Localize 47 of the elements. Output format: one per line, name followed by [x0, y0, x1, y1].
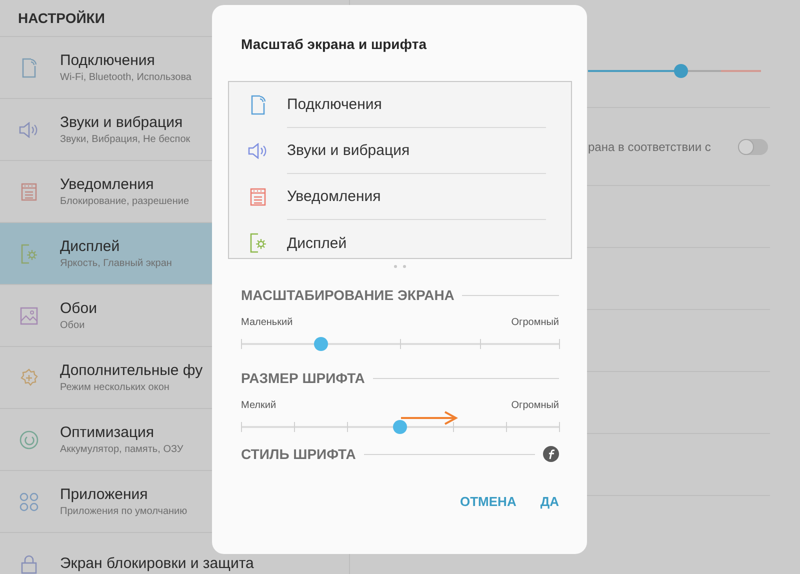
slider-thumb[interactable] — [674, 64, 688, 78]
toggle-switch[interactable] — [738, 138, 768, 154]
phone-signal-icon — [250, 95, 266, 115]
preview-item: Подключения — [287, 82, 546, 128]
item-title: Звуки и вибрация — [60, 114, 184, 131]
settings-title: НАСТРОЙКИ — [18, 10, 105, 26]
preview-item: Дисплей — [287, 234, 348, 254]
item-title: Обои — [60, 300, 97, 317]
item-subtitle: Звуки, Вибрация, Не беспок — [60, 134, 190, 145]
preview-item: Уведомления — [287, 174, 546, 220]
phone-signal-icon — [21, 58, 37, 78]
item-title: Оптимизация — [60, 424, 156, 441]
slider-thumb[interactable] — [393, 420, 407, 434]
item-title: Приложения — [60, 486, 149, 503]
page-indicator — [394, 265, 406, 268]
slider-thumb[interactable] — [314, 337, 328, 351]
item-subtitle: Приложения по умолчанию — [60, 506, 188, 517]
item-title: Уведомления — [60, 176, 155, 193]
max-label: Огромный — [511, 317, 559, 328]
item-subtitle: Блокирование, разрешение — [60, 196, 190, 207]
item-subtitle: Wi-Fi, Bluetooth, Использова — [60, 72, 192, 83]
apps-grid-icon — [19, 492, 39, 512]
min-label: Мелкий — [241, 400, 276, 411]
speaker-icon — [19, 122, 39, 138]
item-title: Дополнительные фу — [60, 362, 203, 379]
preview-item: Звуки и вибрация — [287, 128, 546, 174]
max-label: Огромный — [511, 400, 559, 411]
min-label: Маленький — [241, 317, 293, 328]
item-title: Подключения — [60, 52, 156, 69]
notification-list-icon — [250, 188, 266, 206]
notification-list-icon — [21, 182, 37, 200]
arrow-annotation — [400, 411, 458, 425]
item-title: Экран блокировки и защита — [60, 555, 254, 572]
item-subtitle: Аккумулятор, память, ОЗУ — [60, 444, 184, 455]
picture-icon — [20, 306, 38, 324]
speaker-icon — [248, 143, 268, 159]
item-subtitle: Обои — [60, 320, 86, 331]
item-subtitle: Яркость, Главный экран — [60, 258, 172, 269]
font-style-icon[interactable] — [543, 446, 559, 462]
item-subtitle: Режим нескольких окон — [60, 382, 170, 393]
item-title: Дисплей — [60, 238, 121, 255]
gear-plus-icon — [19, 368, 39, 388]
display-brightness-icon — [20, 244, 38, 264]
lock-icon — [20, 554, 38, 574]
settings-item[interactable]: Экран блокировки и защита — [0, 533, 349, 574]
display-brightness-icon — [249, 233, 267, 253]
setting-description: рана в соответствии с — [588, 140, 711, 154]
